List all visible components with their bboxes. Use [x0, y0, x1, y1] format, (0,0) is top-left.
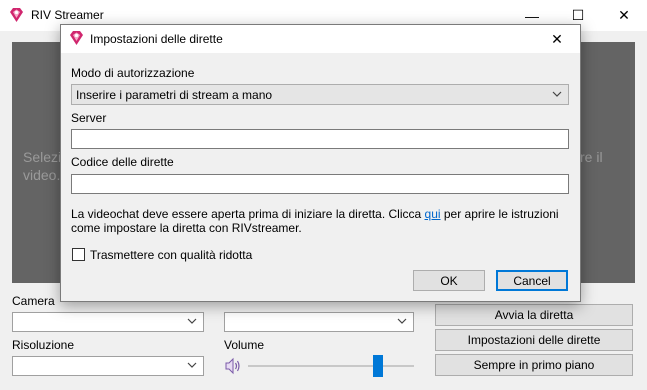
server-input[interactable] [71, 129, 569, 149]
dialog-close-button[interactable]: ✕ [534, 25, 580, 53]
camera-label: Camera [12, 294, 55, 308]
resolution-label: Risoluzione [12, 338, 75, 352]
instructions-link[interactable]: qui [425, 207, 441, 221]
auth-mode-select[interactable]: Inserire i parametri di stream a mano [71, 84, 569, 105]
chevron-down-icon [187, 362, 197, 368]
auth-mode-value: Inserire i parametri di stream a mano [76, 88, 273, 102]
chevron-down-icon [552, 91, 562, 97]
chevron-down-icon [187, 318, 197, 324]
volume-label: Volume [224, 338, 265, 352]
video-placeholder-text-right: re il [580, 149, 603, 165]
stream-settings-dialog: Impostazioni delle dirette ✕ Modo di aut… [60, 24, 581, 302]
auth-mode-label: Modo di autorizzazione [71, 66, 195, 80]
camera-select[interactable] [12, 312, 204, 332]
dialog-title: Impostazioni delle dirette [90, 32, 223, 46]
reduced-quality-label[interactable]: Trasmettere con qualità ridotta [90, 248, 252, 262]
close-button[interactable]: ✕ [601, 0, 647, 31]
server-label: Server [71, 111, 107, 125]
info-text: La videochat deve essere aperta prima di… [71, 207, 561, 235]
volume-slider-thumb[interactable] [372, 355, 383, 377]
stream-key-label: Codice delle dirette [71, 155, 174, 169]
stream-key-input[interactable] [71, 174, 569, 194]
ok-button[interactable]: OK [413, 270, 485, 291]
close-icon: ✕ [551, 30, 563, 47]
video-placeholder-text-line2: video. [23, 167, 61, 183]
info-text-part1: La videochat deve essere aperta prima di… [71, 207, 425, 221]
volume-slider-track[interactable] [248, 365, 414, 367]
minimize-icon: — [525, 7, 539, 24]
close-icon: ✕ [618, 7, 630, 23]
chevron-down-icon [397, 318, 407, 324]
always-on-top-button[interactable]: Sempre in primo piano [435, 354, 633, 376]
app-logo-icon [70, 31, 83, 45]
microphone-select[interactable] [224, 312, 414, 332]
window-title: RIV Streamer [31, 8, 104, 22]
app-logo-icon [10, 8, 23, 22]
resolution-select[interactable] [12, 356, 204, 376]
video-placeholder-text: Selezi [23, 149, 62, 165]
cancel-button[interactable]: Cancel [496, 270, 568, 291]
maximize-icon: ☐ [571, 7, 585, 23]
stream-settings-button[interactable]: Impostazioni delle dirette [435, 329, 633, 351]
speaker-icon[interactable] [224, 357, 242, 375]
reduced-quality-checkbox[interactable] [72, 248, 85, 261]
dialog-titlebar[interactable]: Impostazioni delle dirette ✕ [61, 25, 580, 53]
start-stream-button[interactable]: Avvia la diretta [435, 304, 633, 326]
